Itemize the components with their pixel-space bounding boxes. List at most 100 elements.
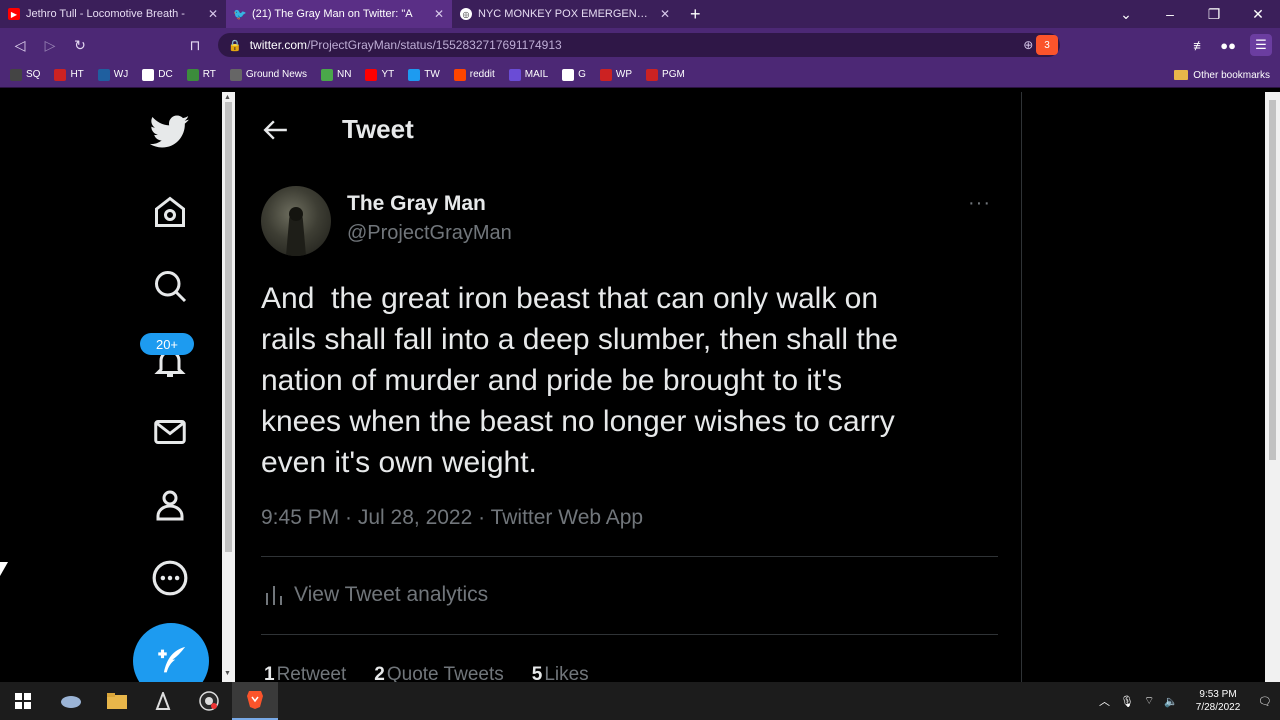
bookmark-item[interactable]: WJ <box>97 68 129 81</box>
tab-label: (21) The Gray Man on Twitter: "A <box>252 8 413 20</box>
notifications-badge: 20+ <box>140 333 194 355</box>
close-icon[interactable]: ✕ <box>208 7 218 21</box>
bookmark-item[interactable]: RT <box>186 68 216 81</box>
bookmark-item[interactable]: MAIL <box>508 68 548 81</box>
home-icon[interactable] <box>150 192 190 232</box>
bookmark-favicon-icon <box>54 68 67 81</box>
bookmark-label: WP <box>615 69 633 80</box>
bookmark-favicon-icon <box>408 68 421 81</box>
view-analytics-link[interactable]: View Tweet analytics <box>264 583 488 607</box>
author-handle[interactable]: @ProjectGrayMan <box>347 222 512 245</box>
new-tab-button[interactable]: + <box>678 4 713 25</box>
bookmark-item[interactable]: DC <box>142 68 173 81</box>
bookmark-item[interactable]: G <box>562 68 586 81</box>
url-host: twitter.com <box>249 38 308 52</box>
tray-chevron-icon[interactable]: ︿ <box>1099 693 1110 709</box>
bookmark-item[interactable]: NN <box>321 68 352 81</box>
toolbar-right: ≢ ●● ☰ <box>1193 28 1272 62</box>
address-bar[interactable]: 🔒 twitter.com/ProjectGrayMan/status/1552… <box>218 33 1060 57</box>
brave-browser-icon[interactable] <box>232 682 278 720</box>
more-icon[interactable]: ··· <box>968 192 991 215</box>
scroll-up-icon[interactable]: ▲ <box>224 94 231 101</box>
other-bookmarks[interactable]: Other bookmarks <box>1174 62 1270 88</box>
bookmark-item[interactable]: YT <box>365 68 394 81</box>
playlist-icon[interactable]: ≢ <box>1193 38 1206 53</box>
bookmark-icon[interactable]: ⊓ <box>180 37 210 54</box>
notification-center-icon[interactable]: 🗨 <box>1258 695 1272 708</box>
twitter-sidebar: 20+ <box>0 92 220 699</box>
divider <box>261 634 998 635</box>
bookmark-item[interactable]: Ground News <box>229 68 307 81</box>
mouse-cursor-icon <box>0 562 8 576</box>
tab-twitter[interactable]: 🐦 (21) The Gray Man on Twitter: "A ✕ <box>226 0 452 28</box>
tab-youtube[interactable]: ▶ Jethro Tull - Locomotive Breath - ✕ <box>0 0 226 28</box>
menu-icon[interactable]: ☰ <box>1250 34 1272 56</box>
analytics-icon <box>266 586 282 605</box>
right-column <box>1023 92 1263 682</box>
windows-start-icon[interactable] <box>0 682 46 720</box>
system-clock[interactable]: 9:53 PM 7/28/2022 <box>1188 688 1248 714</box>
bookmark-favicon-icon <box>321 68 333 81</box>
author-name[interactable]: The Gray Man <box>347 192 486 216</box>
back-nav-icon[interactable]: ◁ <box>5 37 35 54</box>
forward-nav-icon[interactable]: ▷ <box>35 37 65 54</box>
analytics-label: View Tweet analytics <box>294 583 489 606</box>
globe-icon: ◎ <box>460 8 472 20</box>
close-window-icon[interactable]: ✕ <box>1236 6 1280 23</box>
sidebar-scrollbar[interactable]: ▲ ▼ <box>222 92 235 682</box>
page-scrollbar[interactable] <box>1265 92 1280 682</box>
shield-count: 3 <box>1044 39 1050 51</box>
feather-plus-icon <box>158 646 186 673</box>
network-icon[interactable]: ⌔ <box>1144 694 1154 708</box>
bookmark-item[interactable]: TW <box>408 68 440 81</box>
tab-google[interactable]: ◎ NYC MONKEY POX EMERGENCY - Go ✕ <box>452 0 678 28</box>
profile-icon[interactable] <box>150 484 190 524</box>
bookmark-label: WJ <box>113 69 129 80</box>
microphone-icon[interactable]: 🎙 <box>1120 695 1134 708</box>
bookmark-label: NN <box>337 69 352 80</box>
bookmark-label: SQ <box>26 69 41 80</box>
twitter-logo-icon[interactable] <box>150 112 190 152</box>
bookmark-favicon-icon <box>599 68 612 81</box>
bookmark-item[interactable]: WP <box>599 68 633 81</box>
url-path: /ProjectGrayMan/status/15528327176911749… <box>307 38 562 52</box>
bookmark-label: HT <box>70 69 84 80</box>
volume-icon[interactable]: 🔈 <box>1164 695 1178 708</box>
wallet-icon[interactable]: ●● <box>1220 38 1236 53</box>
system-tray: ︿ 🎙 ⌔ 🔈 9:53 PM 7/28/2022 🗨 <box>1099 682 1280 720</box>
back-arrow-icon[interactable] <box>262 116 290 144</box>
more-options-icon[interactable] <box>150 558 190 598</box>
bookmark-label: DC <box>158 69 173 80</box>
restore-icon[interactable]: ❐ <box>1192 6 1236 23</box>
vpn-icon[interactable] <box>140 682 186 720</box>
scroll-thumb[interactable] <box>225 102 232 552</box>
bookmark-favicon-icon <box>562 68 575 81</box>
cloud-app-icon[interactable] <box>48 682 94 720</box>
bookmark-item[interactable]: PGM <box>646 68 685 81</box>
bookmark-item[interactable]: reddit <box>453 68 495 81</box>
reload-icon[interactable]: ↻ <box>65 37 95 54</box>
file-explorer-icon[interactable] <box>94 682 140 720</box>
bookmark-favicon-icon <box>508 68 521 81</box>
minimize-icon[interactable]: – <box>1148 6 1192 22</box>
twitter-icon: 🐦 <box>233 8 247 21</box>
bookmark-label: PGM <box>662 69 685 80</box>
bookmark-favicon-icon <box>229 68 242 81</box>
bookmark-favicon-icon <box>142 68 155 81</box>
obs-icon[interactable] <box>186 682 232 720</box>
brave-shield-icon[interactable]: 3 <box>1036 35 1058 55</box>
close-icon[interactable]: ✕ <box>660 7 670 21</box>
scroll-thumb[interactable] <box>1269 100 1276 460</box>
twitter-page: 20+ ▲ ▼ Tweet The Gray Man @ProjectGrayM… <box>0 92 1280 699</box>
messages-icon[interactable] <box>150 412 190 452</box>
tweet-timestamp[interactable]: 9:45 PM · Jul 28, 2022 · Twitter Web App <box>261 506 643 530</box>
bookmark-item[interactable]: HT <box>54 68 84 81</box>
avatar[interactable] <box>261 186 331 256</box>
explore-icon[interactable] <box>150 266 190 306</box>
youtube-icon: ▶ <box>8 8 20 20</box>
folder-icon <box>1174 70 1189 80</box>
scroll-down-icon[interactable]: ▼ <box>224 670 231 677</box>
chevron-down-icon[interactable]: ⌄ <box>1104 6 1148 23</box>
bookmark-item[interactable]: SQ <box>10 68 41 81</box>
close-icon[interactable]: ✕ <box>434 7 444 21</box>
